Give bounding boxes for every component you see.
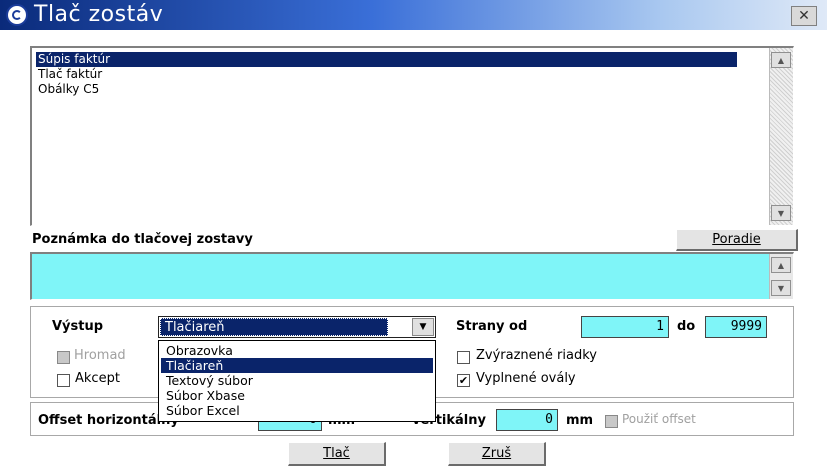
app-logo-icon <box>6 4 28 26</box>
bulk-label: Hromad <box>74 348 126 363</box>
output-selected-value: Tlačiareň <box>160 318 388 336</box>
chevron-down-icon[interactable]: ▼ <box>412 318 434 336</box>
order-button[interactable]: Poradie <box>676 229 798 251</box>
cancel-button-label: Zruš <box>481 446 512 461</box>
offset-mm-label-2: mm <box>566 413 594 428</box>
scroll-up-icon[interactable]: ▲ <box>771 52 791 68</box>
scroll-down-icon[interactable]: ▼ <box>771 205 791 221</box>
highlight-rows-label: Zvýraznené riadky <box>476 348 597 363</box>
accept-label: Akcept <box>75 371 120 386</box>
filled-ovals-checkbox[interactable]: ✔ <box>457 374 470 387</box>
accept-checkbox[interactable] <box>57 374 70 387</box>
scroll-up-icon[interactable]: ▲ <box>771 257 791 273</box>
note-scrollbar[interactable]: ▲ ▼ <box>769 254 793 299</box>
list-item[interactable]: Súpis faktúr <box>36 52 737 67</box>
pages-to-input[interactable]: 9999 <box>705 316 767 338</box>
filled-ovals-label: Vyplnené ovály <box>476 371 576 386</box>
output-select[interactable]: Tlačiareň ▼ <box>158 316 436 338</box>
highlight-rows-checkbox[interactable] <box>457 351 470 364</box>
output-dropdown-list[interactable]: Obrazovka Tlačiareň Textový súbor Súbor … <box>158 340 436 422</box>
list-item[interactable]: Tlač faktúr <box>36 67 104 82</box>
dropdown-option[interactable]: Súbor Excel <box>161 403 433 418</box>
dropdown-option[interactable]: Textový súbor <box>161 373 433 388</box>
list-scrollbar[interactable]: ▲ ▼ <box>769 48 793 225</box>
cancel-button[interactable]: Zruš <box>448 442 546 466</box>
print-button-label: Tlač <box>323 446 350 461</box>
output-label: Výstup <box>52 319 104 334</box>
note-label: Poznámka do tlačovej zostavy <box>32 232 253 247</box>
dropdown-option[interactable]: Súbor Xbase <box>161 388 433 403</box>
reports-listbox[interactable]: Súpis faktúr Tlač faktúr Obálky C5 ▲ ▼ <box>30 46 794 226</box>
close-button[interactable]: ✕ <box>791 6 817 26</box>
pages-from-label: Strany od <box>456 319 528 334</box>
offset-vertical-input[interactable]: 0 <box>496 409 558 431</box>
pages-from-input[interactable]: 1 <box>581 316 669 338</box>
print-button[interactable]: Tlač <box>288 442 386 466</box>
use-offset-label: Použiť offset <box>622 412 696 426</box>
window-title: Tlač zostáv <box>34 2 164 27</box>
note-textarea[interactable]: ▲ ▼ <box>30 252 794 300</box>
list-item[interactable]: Obálky C5 <box>36 82 101 97</box>
pages-to-label: do <box>677 319 696 334</box>
order-button-label: Poradie <box>712 232 761 247</box>
dropdown-option[interactable]: Obrazovka <box>161 343 433 358</box>
scroll-down-icon[interactable]: ▼ <box>771 280 791 296</box>
dropdown-option[interactable]: Tlačiareň <box>161 358 433 373</box>
bulk-checkbox <box>57 351 70 364</box>
use-offset-checkbox <box>605 415 618 428</box>
check-icon: ✔ <box>458 374 469 387</box>
